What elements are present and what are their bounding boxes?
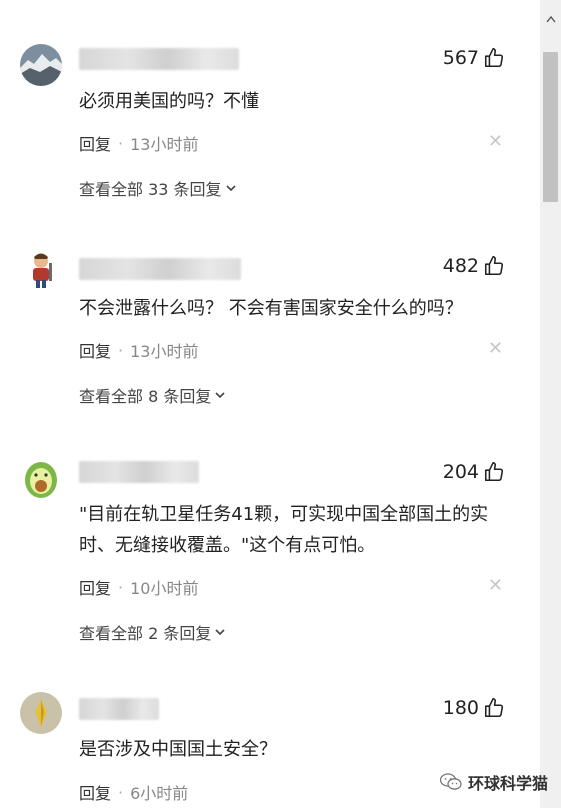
- comment-text: 必须用美国的吗？不懂: [79, 91, 259, 112]
- comment-text: "目前在轨卫星任务41颗，可实现中国全部国土的实时、无缝接收覆盖。"这个有点可怕…: [79, 504, 489, 556]
- view-all-replies-label: 查看全部 2 条回复: [79, 624, 212, 643]
- view-all-replies-button[interactable]: 查看全部 33 条回复: [79, 176, 238, 200]
- avatar[interactable]: [20, 692, 62, 734]
- like-button[interactable]: 204: [443, 461, 505, 483]
- like-count: 482: [442, 255, 479, 277]
- separator-dot: ·: [118, 340, 124, 360]
- comment-text: 不会泄露什么吗？ 不会有害国家安全什么的吗？: [79, 298, 463, 319]
- username-blurred[interactable]: [79, 48, 239, 70]
- avatar[interactable]: [20, 457, 62, 499]
- username-blurred[interactable]: [79, 461, 199, 483]
- separator-dot: ·: [118, 782, 124, 802]
- separator-dot: ·: [118, 577, 124, 597]
- reply-button[interactable]: 回复: [79, 575, 111, 599]
- view-all-replies-button[interactable]: 查看全部 2 条回复: [79, 620, 227, 644]
- watermark: 环球科学猫: [440, 770, 548, 794]
- comment-meta: 回复 · 6小时前: [79, 780, 188, 804]
- comment-time: 13小时前: [130, 135, 199, 154]
- comment-time: 10小时前: [130, 579, 199, 598]
- username-blurred[interactable]: [79, 698, 159, 720]
- view-all-replies-label: 查看全部 8 条回复: [79, 387, 212, 406]
- comment-meta: 回复 · 13小时前: [79, 338, 198, 362]
- thumbs-up-icon: [484, 256, 504, 276]
- close-icon[interactable]: ✕: [488, 133, 503, 151]
- avatar[interactable]: [20, 44, 62, 86]
- scrollbar-thumb[interactable]: [543, 52, 558, 202]
- comment-meta: 回复 · 10小时前: [79, 575, 198, 599]
- comment-time: 6小时前: [130, 784, 189, 803]
- close-icon[interactable]: ✕: [488, 577, 503, 595]
- reply-button[interactable]: 回复: [79, 780, 111, 804]
- like-button[interactable]: 180: [443, 697, 505, 719]
- like-count: 204: [442, 461, 479, 483]
- view-all-replies-label: 查看全部 33 条回复: [79, 180, 222, 199]
- chevron-down-icon: [225, 185, 236, 192]
- view-all-replies-button[interactable]: 查看全部 8 条回复: [79, 383, 227, 407]
- like-count: 567: [442, 47, 479, 69]
- avatar[interactable]: [20, 249, 62, 291]
- watermark-text: 环球科学猫: [468, 774, 549, 793]
- chevron-down-icon: [215, 392, 225, 399]
- comment-meta: 回复 · 13小时前: [79, 131, 198, 155]
- like-button[interactable]: 482: [443, 255, 505, 277]
- comment-text: 是否涉及中国国土安全？: [79, 739, 277, 760]
- like-button[interactable]: 567: [443, 47, 505, 69]
- thumbs-up-icon: [484, 48, 504, 68]
- thumbs-up-icon: [484, 462, 504, 482]
- scroll-up-arrow-icon[interactable]: [540, 8, 561, 27]
- reply-button[interactable]: 回复: [79, 338, 111, 362]
- wechat-icon: [440, 773, 462, 790]
- separator-dot: ·: [118, 133, 124, 153]
- comment-time: 13小时前: [130, 342, 199, 361]
- reply-button[interactable]: 回复: [79, 131, 111, 155]
- thumbs-up-icon: [484, 698, 504, 718]
- like-count: 180: [442, 697, 479, 719]
- username-blurred[interactable]: [79, 258, 241, 280]
- close-icon[interactable]: ✕: [488, 340, 503, 358]
- scrollbar[interactable]: [540, 0, 561, 808]
- chevron-down-icon: [215, 629, 225, 636]
